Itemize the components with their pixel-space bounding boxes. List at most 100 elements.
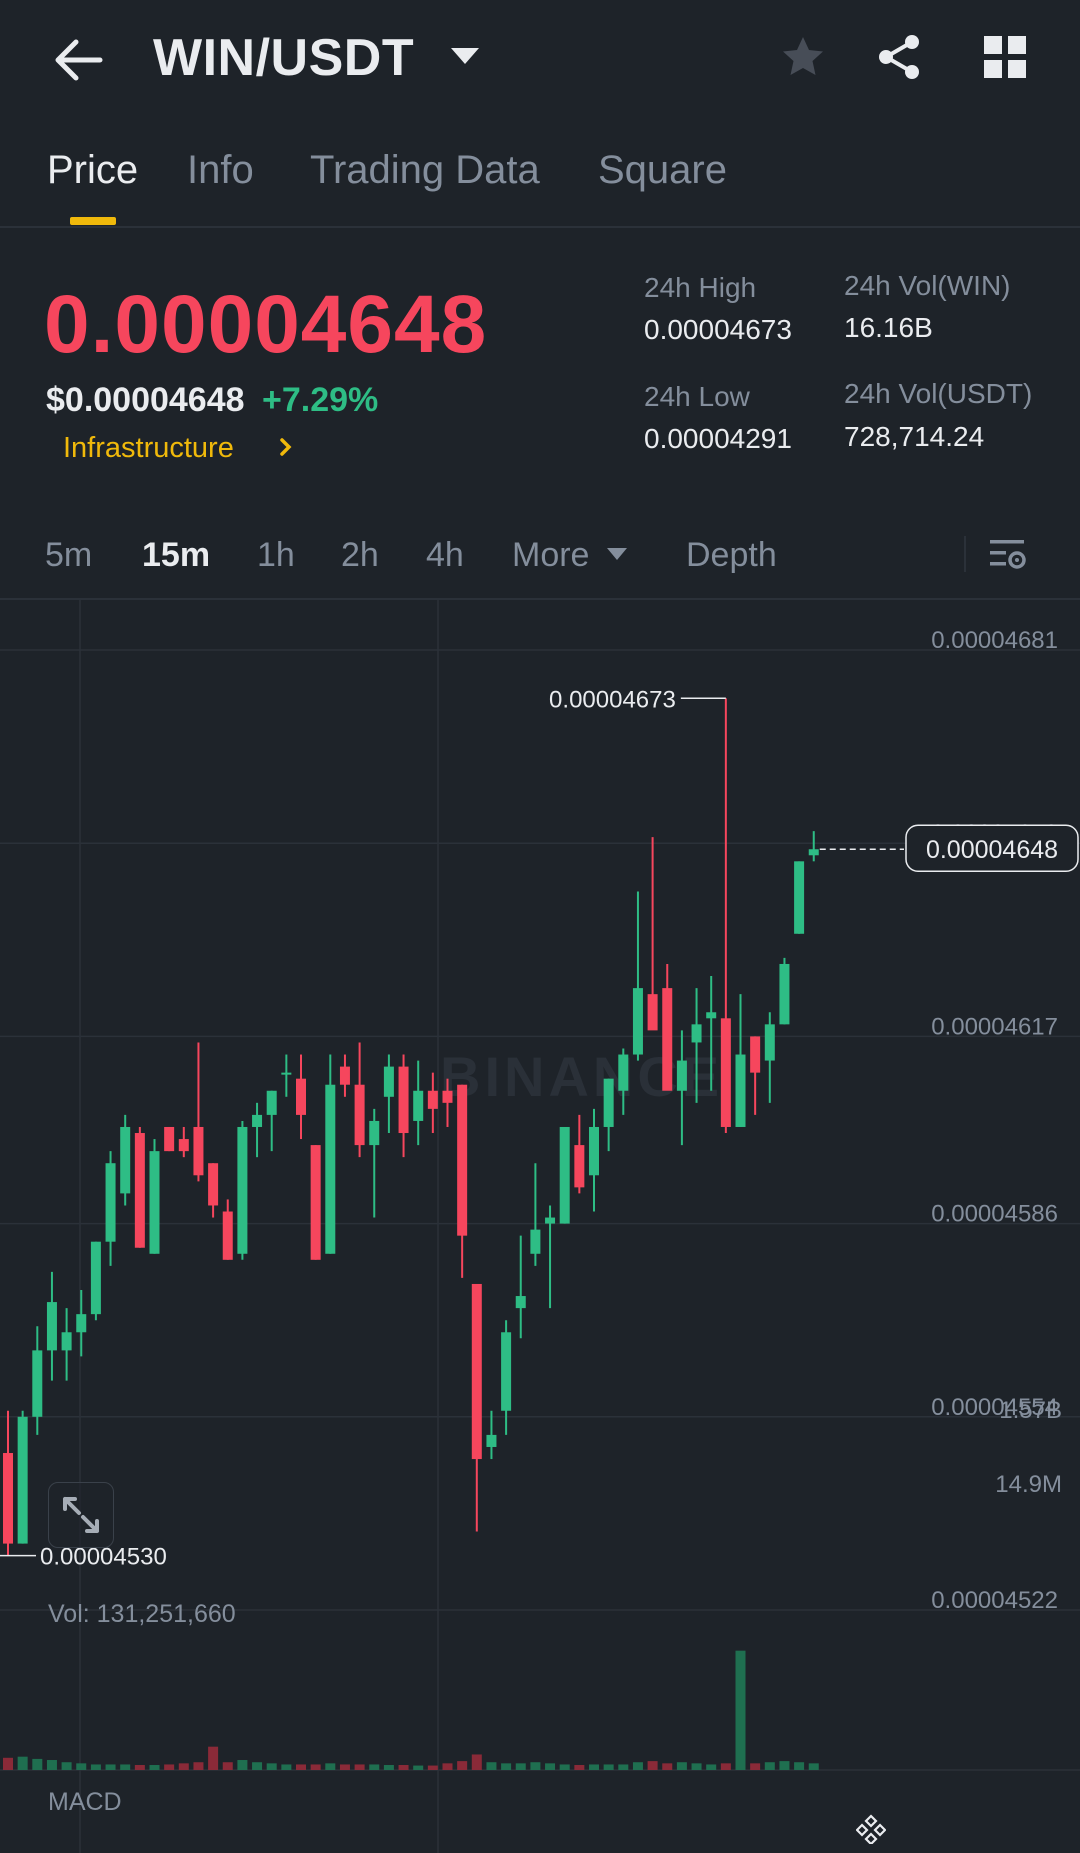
volume-bar (178, 1763, 189, 1770)
volume-bar (647, 1761, 658, 1770)
max-price-marker: 0.00004673 (549, 686, 676, 713)
pair-dropdown-caret-icon[interactable] (451, 48, 479, 64)
tab-trading-data[interactable]: Trading Data (310, 148, 540, 193)
candle-body (794, 861, 805, 934)
candle-body (720, 1018, 731, 1127)
more-caret-icon[interactable] (607, 548, 627, 560)
volume-label: Vol: 131,251,660 (48, 1600, 236, 1628)
tab-square[interactable]: Square (598, 148, 727, 193)
tab-price[interactable]: Price (47, 148, 138, 193)
tab-divider (0, 226, 1080, 228)
expand-icon (63, 1497, 99, 1533)
grid-menu-icon[interactable] (984, 36, 1026, 78)
interval-separator (964, 536, 966, 572)
back-arrow-icon[interactable] (48, 30, 108, 90)
volume-bar (369, 1764, 380, 1770)
candle-body (427, 1090, 438, 1109)
price-axis-label: 0.00004617 (931, 1013, 1058, 1040)
candle-body (32, 1350, 43, 1417)
vol-base-label: 24h Vol(WIN) (844, 270, 1011, 301)
candle-body (764, 1024, 775, 1061)
volume-bar (164, 1764, 175, 1770)
macd-label: MACD (48, 1788, 122, 1816)
tab-info[interactable]: Info (187, 148, 254, 193)
volume-bar (457, 1761, 468, 1770)
candle-body (457, 1084, 468, 1236)
candle-body (662, 988, 673, 1091)
interval-15m[interactable]: 15m (142, 536, 210, 575)
candle-body (178, 1139, 189, 1152)
volume-bar (559, 1764, 570, 1770)
candle-body (237, 1126, 248, 1254)
candle-body (105, 1163, 116, 1242)
vol-quote-value: 728,714.24 (844, 421, 985, 452)
candle-body (515, 1296, 526, 1309)
volume-bar (764, 1762, 775, 1770)
volume-bar (676, 1762, 687, 1770)
candle-body (383, 1066, 394, 1097)
candle-body (46, 1302, 57, 1351)
volume-bar (252, 1762, 263, 1770)
interval-more[interactable]: More (512, 536, 589, 575)
candle-body (90, 1241, 101, 1315)
price-axis-label: 0.00004522 (931, 1587, 1058, 1614)
depth-tab[interactable]: Depth (686, 536, 777, 575)
candle-body (442, 1090, 453, 1103)
candle-body (296, 1078, 306, 1115)
high-value: 0.00004673 (644, 314, 792, 345)
chevron-right-icon[interactable] (276, 434, 296, 460)
pair-title[interactable]: WIN/USDT (153, 28, 414, 88)
candle-body (750, 1036, 761, 1073)
candle-body (61, 1332, 72, 1351)
volume-bar (90, 1764, 101, 1770)
volume-bar (530, 1762, 541, 1770)
candle-body (603, 1078, 614, 1127)
volume-bar (105, 1764, 116, 1770)
candle-body (149, 1151, 160, 1254)
candle-body (193, 1126, 204, 1176)
volume-bar (354, 1764, 365, 1770)
candle-body (325, 1084, 336, 1254)
interval-5m[interactable]: 5m (45, 536, 92, 575)
volume-bar (339, 1764, 350, 1770)
fullscreen-button[interactable] (48, 1482, 114, 1548)
volume-bar (32, 1758, 43, 1770)
candle-body (647, 994, 658, 1031)
candle-body (559, 1126, 570, 1224)
volume-bar (794, 1762, 805, 1770)
candle-body (574, 1145, 585, 1188)
volume-bar (76, 1763, 87, 1770)
candle-body (281, 1072, 292, 1075)
interval-2h[interactable]: 2h (341, 536, 379, 575)
candle-body (398, 1066, 409, 1134)
share-icon[interactable] (876, 33, 922, 81)
volume-bar (442, 1763, 453, 1770)
volume-bar (266, 1763, 277, 1770)
interval-1h[interactable]: 1h (257, 536, 295, 575)
volume-bar (222, 1762, 233, 1770)
volume-bar (632, 1762, 643, 1770)
candlestick-chart[interactable]: BINANCE 0.000046810.000046490.000046170.… (0, 600, 1080, 1853)
category-link[interactable]: Infrastructure (63, 432, 234, 465)
volume-bar (17, 1756, 28, 1770)
interval-4h[interactable]: 4h (426, 536, 464, 575)
favorite-star-icon[interactable] (780, 34, 826, 80)
vol-base-value: 16.16B (844, 312, 933, 343)
candle-body (676, 1060, 687, 1091)
candle-body (252, 1114, 263, 1127)
volume-bar (515, 1763, 526, 1770)
candle-body (471, 1283, 482, 1460)
low-label: 24h Low (644, 381, 750, 412)
volume-bar (237, 1760, 248, 1770)
volume-bar (618, 1764, 629, 1770)
candle-body (691, 1024, 702, 1043)
candle-body (545, 1217, 556, 1224)
candle-body (208, 1163, 219, 1206)
volume-bar (589, 1764, 599, 1770)
volume-bar (296, 1764, 306, 1770)
volume-bar (501, 1763, 512, 1770)
candle-body (735, 1054, 746, 1127)
candle-body (632, 988, 643, 1055)
volume-bar (471, 1754, 482, 1770)
chart-settings-icon[interactable] (988, 534, 1028, 574)
